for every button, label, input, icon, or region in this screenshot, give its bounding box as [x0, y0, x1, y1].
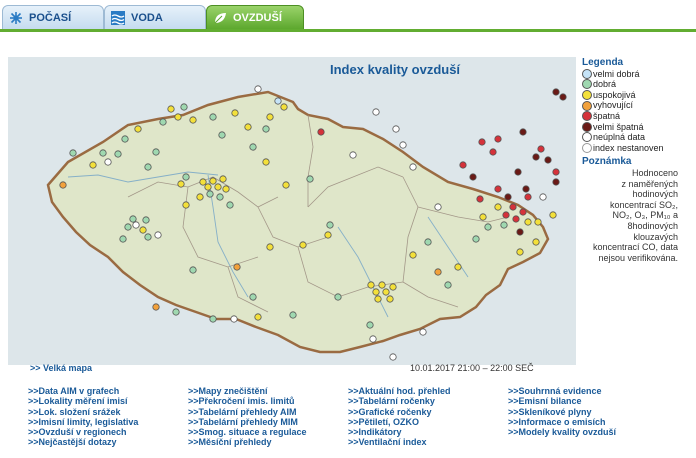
link-informace-emise[interactable]: >>Informace o emisích: [508, 417, 668, 427]
link-tabelarni-mim[interactable]: >>Tabelární přehledy MIM: [188, 417, 348, 427]
tab-voda[interactable]: VODA: [104, 5, 206, 31]
link-mesicni-prehledy[interactable]: >>Měsíční přehledy: [188, 437, 348, 447]
link-souhrnna-evidence[interactable]: >>Souhrnná evidence: [508, 386, 668, 396]
legend-dot-spatna: [582, 111, 592, 122]
link-indikatory[interactable]: >>Indikátory: [348, 427, 508, 437]
map-title: Index kvality ovzduší: [330, 62, 461, 77]
legend-label: špatná: [593, 110, 621, 121]
sun-icon: [9, 11, 23, 25]
legend-label: index nestanoven: [593, 142, 664, 153]
link-aktualni-prehled[interactable]: >>Aktuální hod. přehled: [348, 386, 508, 396]
links-column-1: >>Data AIM v grafech >>Lokality měření i…: [28, 386, 188, 448]
legend-label: velmi špatná: [593, 121, 644, 132]
tab-ovzdusi-label: OVZDUŠÍ: [233, 12, 282, 24]
tab-ovzdusi[interactable]: OVZDUŠÍ: [206, 5, 304, 31]
legend-label: neúplná data: [593, 132, 646, 143]
note-line: z naměřených: [621, 178, 678, 189]
note-line: 8hodinových: [627, 220, 678, 231]
legend-label: velmi dobrá: [593, 68, 640, 79]
link-petileti-ozko[interactable]: >>Pětiletí, OZKO: [348, 417, 508, 427]
link-sklenikove-plyny[interactable]: >>Skleníkové plyny: [508, 407, 668, 417]
note-line: nejsou verifikována.: [598, 252, 678, 263]
legend-title: Legenda: [582, 57, 624, 68]
note-line: hodinových: [632, 189, 678, 200]
legend-item: neúplná data: [582, 132, 690, 143]
waves-icon: [111, 11, 125, 25]
link-ventilacni-index[interactable]: >>Ventilační index: [348, 437, 508, 447]
links-column-3: >>Aktuální hod. přehled >>Tabelární roče…: [348, 386, 508, 448]
air-quality-map[interactable]: [8, 57, 576, 365]
top-tab-bar: POČASÍ VODA OVZDUŠÍ: [0, 5, 696, 31]
note-line: koncentrací CO, data: [592, 242, 678, 253]
legend-dot-velmi-dobra: [582, 68, 592, 79]
legend-dot-uspokojiva: [582, 90, 592, 101]
link-prekroceni-limitu[interactable]: >>Překročení imis. limitů: [188, 396, 348, 406]
legend-item: velmi špatná: [582, 122, 690, 133]
legend-note: Poznámka Hodnoceno z naměřených hodinový…: [582, 157, 690, 263]
legend-dot-dobra: [582, 79, 592, 90]
map-timestamp: 10.01.2017 21:00 – 22:00 SEČ: [410, 363, 534, 373]
legend-item: špatná: [582, 111, 690, 122]
tab-pocasi-label: POČASÍ: [29, 12, 72, 24]
legend-label: uspokojivá: [593, 89, 636, 100]
legend-item: vyhovující: [582, 100, 690, 111]
link-lokality-mereni[interactable]: >>Lokality měření imisí: [28, 396, 188, 406]
links-column-2: >>Mapy znečištění >>Překročení imis. lim…: [188, 386, 348, 448]
link-modely-kvality[interactable]: >>Modely kvality ovzduší: [508, 427, 668, 437]
leaf-icon: [213, 11, 227, 25]
link-tabelarni-aim[interactable]: >>Tabelární přehledy AIM: [188, 407, 348, 417]
link-tabelarni-rocenky[interactable]: >>Tabelární ročenky: [348, 396, 508, 406]
note-line: klouzavých: [633, 231, 678, 242]
legend-panel: Legenda velmi dobrá dobrá uspokojivá vyh…: [582, 57, 690, 263]
link-imisni-limity[interactable]: >>Imisní limity, legislativa: [28, 417, 188, 427]
link-smog-situace[interactable]: >>Smog. situace a regulace: [188, 427, 348, 437]
legend-item: index nestanoven: [582, 143, 690, 154]
legend-dot-index-nestanoven: [582, 143, 592, 154]
legend-dot-vyhovujici: [582, 100, 592, 111]
link-lok-slozeni-srazek[interactable]: >>Lok. složení srážek: [28, 407, 188, 417]
legend-item: uspokojivá: [582, 90, 690, 101]
legend-item: velmi dobrá: [582, 69, 690, 80]
map-canvas: [8, 57, 576, 365]
big-map-link[interactable]: >> Velká mapa: [30, 363, 92, 373]
link-data-aim-grafy[interactable]: >>Data AIM v grafech: [28, 386, 188, 396]
note-line: Hodnoceno: [631, 167, 678, 178]
note-text: Hodnoceno z naměřených hodinových koncen…: [582, 168, 678, 263]
legend-dot-neuplna-data: [582, 132, 592, 143]
link-emisni-bilance[interactable]: >>Emisní bilance: [508, 396, 668, 406]
tab-pocasi[interactable]: POČASÍ: [2, 5, 104, 31]
link-nejcastejsi-dotazy[interactable]: >>Nejčastější dotazy: [28, 437, 188, 447]
note-title: Poznámka: [582, 156, 632, 168]
links-column-4: >>Souhrnná evidence >>Emisní bilance >>S…: [508, 386, 668, 437]
link-ovzdusi-regiony[interactable]: >>Ovzduší v regionech: [28, 427, 188, 437]
legend-label: dobrá: [593, 79, 617, 90]
legend-label: vyhovující: [593, 100, 634, 111]
link-graficke-rocenky[interactable]: >>Grafické ročenky: [348, 407, 508, 417]
legend-dot-velmi-spatna: [582, 121, 592, 132]
tab-voda-label: VODA: [131, 12, 163, 24]
link-mapy-znecisteni[interactable]: >>Mapy znečištění: [188, 386, 348, 396]
note-line: NO₂, O₃, PM₁₀ a: [612, 210, 678, 221]
legend-item: dobrá: [582, 79, 690, 90]
note-line: koncentrací SO₂,: [609, 199, 678, 210]
